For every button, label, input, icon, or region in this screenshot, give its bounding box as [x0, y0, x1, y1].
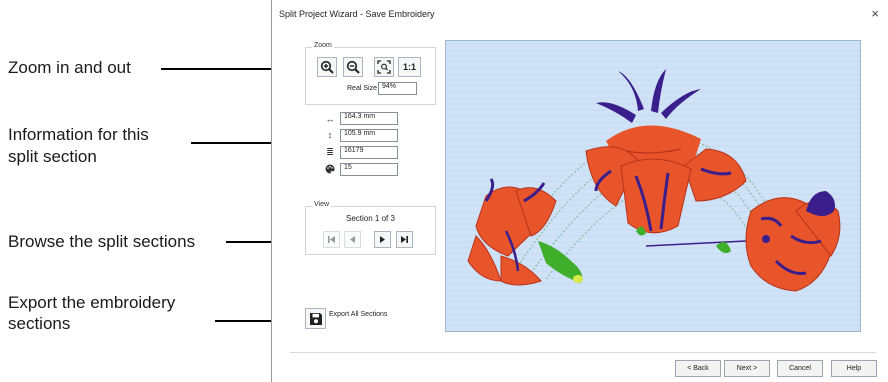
section-indicator: Section 1 of 3	[346, 214, 395, 223]
stitches-field: 16179	[340, 146, 398, 159]
width-field: 164.3 mm	[340, 112, 398, 125]
dialog-title: Split Project Wizard - Save Embroidery	[279, 9, 435, 19]
height-arrows-icon: ↕	[327, 130, 333, 140]
first-section-button[interactable]	[323, 231, 340, 248]
width-arrows-icon: ↔	[325, 114, 335, 124]
callout-export-line1: Export the embroidery	[8, 293, 176, 312]
height-field: 105.9 mm	[340, 129, 398, 142]
zoom-group-label: Zoom	[312, 42, 334, 49]
callout-export-line2: sections	[8, 314, 71, 333]
next-button[interactable]: Next >	[724, 360, 770, 377]
export-all-sections-button[interactable]	[305, 308, 326, 329]
callout-info-line1: Information for this	[8, 125, 149, 144]
real-size-label: Real Size	[347, 85, 377, 92]
embroidery-preview[interactable]	[445, 40, 861, 332]
zoom-to-fit-button[interactable]	[374, 57, 394, 77]
skip-last-icon	[401, 236, 408, 243]
button-bar-divider	[290, 352, 876, 353]
zoom-in-icon	[320, 60, 334, 74]
callout-zoom: Zoom in and out	[8, 58, 131, 77]
callout-info-line2: split section	[8, 147, 97, 166]
help-button[interactable]: Help	[831, 360, 877, 377]
palette-icon	[324, 164, 336, 176]
real-size-value[interactable]: 94%	[378, 82, 417, 95]
cancel-button[interactable]: Cancel	[777, 360, 823, 377]
real-size-button[interactable]: 1:1	[398, 57, 421, 77]
close-icon[interactable]: ×	[871, 6, 879, 21]
skip-first-icon	[328, 236, 335, 243]
next-icon	[380, 236, 385, 243]
save-icon	[309, 312, 322, 325]
callout-browse: Browse the split sections	[8, 232, 196, 251]
embroidery-design-image	[446, 41, 860, 331]
zoom-out-icon	[346, 60, 360, 74]
stitch-count-icon: ≣	[326, 147, 334, 157]
zoom-fit-icon	[377, 60, 391, 74]
zoom-out-button[interactable]	[343, 57, 363, 77]
colors-field: 15	[340, 163, 398, 176]
export-all-sections-label: Export All Sections	[329, 311, 388, 318]
zoom-in-button[interactable]	[317, 57, 337, 77]
back-button[interactable]: < Back	[675, 360, 721, 377]
previous-icon	[350, 236, 355, 243]
previous-section-button[interactable]	[344, 231, 361, 248]
view-group-label: View	[312, 201, 332, 208]
next-section-button[interactable]	[374, 231, 391, 248]
last-section-button[interactable]	[396, 231, 413, 248]
